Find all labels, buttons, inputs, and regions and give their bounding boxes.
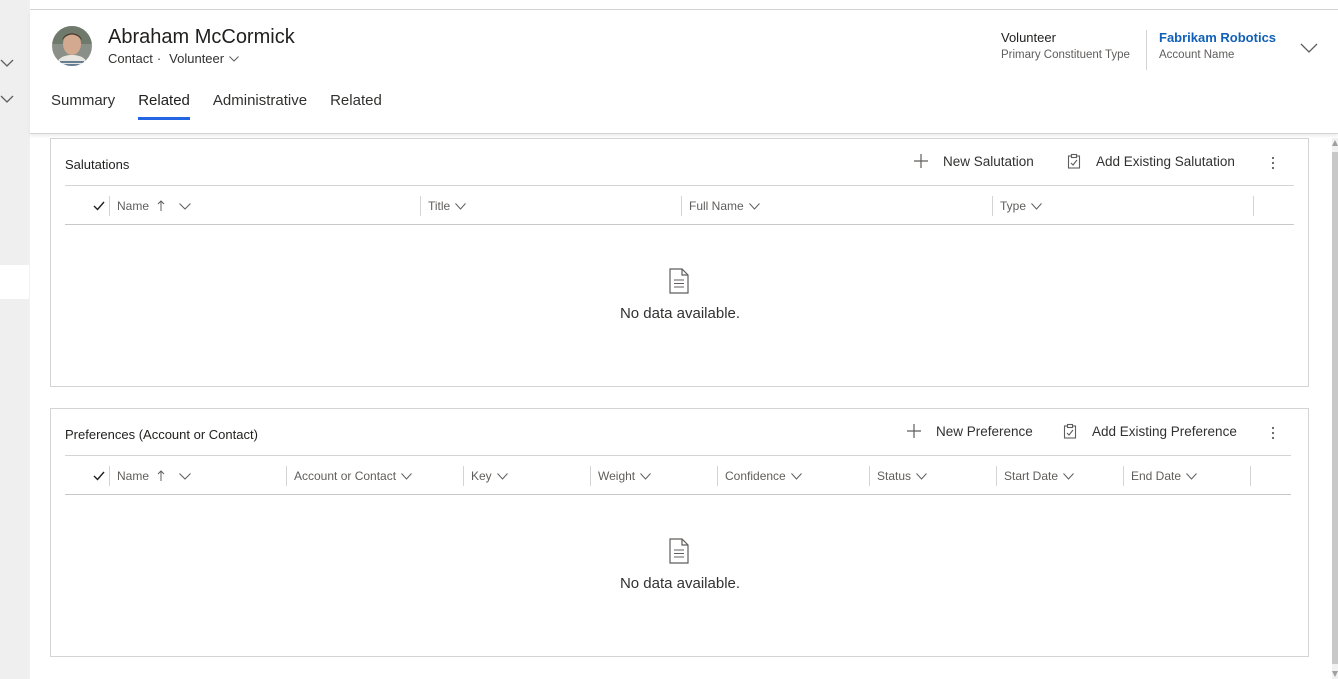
avatar xyxy=(52,26,92,66)
chevron-down-icon xyxy=(790,472,802,480)
checkmark-icon[interactable] xyxy=(93,200,105,212)
salutations-section: Salutations New Salutation Add Existing … xyxy=(50,138,1309,387)
chevron-down-icon[interactable] xyxy=(0,56,16,70)
button-label: Add Existing Preference xyxy=(1092,423,1237,439)
button-label: New Preference xyxy=(936,423,1033,439)
sort-ascending-icon xyxy=(157,470,165,481)
add-existing-salutation-button[interactable]: Add Existing Salutation xyxy=(1066,153,1235,169)
chevron-down-icon xyxy=(401,472,412,480)
column-header-type[interactable]: Type xyxy=(992,186,1042,226)
column-label: Key xyxy=(471,469,492,483)
header-field-value: Volunteer xyxy=(1001,30,1056,45)
section-title: Salutations xyxy=(65,157,130,172)
chevron-down-icon xyxy=(179,472,191,480)
scrollbar-thumb[interactable] xyxy=(1332,152,1338,664)
column-label: Weight xyxy=(598,469,636,483)
tab-related-menu[interactable]: Related xyxy=(330,92,382,120)
column-header-status[interactable]: Status xyxy=(869,456,927,496)
column-header-account-or-contact[interactable]: Account or Contact xyxy=(286,456,412,496)
left-navigation xyxy=(0,0,29,679)
grid-header: Name Account or Contact Key Weight Confi… xyxy=(65,455,1291,495)
tab-summary[interactable]: Summary xyxy=(51,92,115,120)
separator: · xyxy=(156,51,162,66)
header-field-account-name: Fabrikam Robotics Account Name xyxy=(1159,30,1276,61)
more-icon[interactable] xyxy=(1271,156,1275,170)
add-existing-preference-button[interactable]: Add Existing Preference xyxy=(1062,423,1237,439)
add-icon xyxy=(914,154,928,168)
header-field-label: Account Name xyxy=(1159,49,1235,61)
column-header-confidence[interactable]: Confidence xyxy=(717,456,802,496)
chevron-down-icon xyxy=(1063,472,1074,480)
column-header-name[interactable]: Name xyxy=(109,456,191,496)
column-label: Account or Contact xyxy=(294,469,397,483)
vertical-scrollbar[interactable] xyxy=(1332,138,1338,679)
divider xyxy=(1146,30,1147,70)
sort-ascending-icon xyxy=(157,200,165,211)
more-icon[interactable] xyxy=(1271,426,1275,440)
chevron-down-icon xyxy=(455,202,467,210)
chevron-down-icon xyxy=(179,202,191,210)
chevron-down-icon[interactable] xyxy=(1300,42,1318,54)
grid-header: Name Title Full Name Type xyxy=(65,185,1294,225)
column-header-full-name[interactable]: Full Name xyxy=(681,186,760,226)
chevron-down-icon[interactable] xyxy=(0,92,16,106)
clipboard-icon xyxy=(1067,153,1081,169)
column-label: Full Name xyxy=(689,199,744,213)
column-header-name[interactable]: Name xyxy=(109,186,191,226)
checkmark-icon[interactable] xyxy=(93,470,105,482)
chevron-down-icon xyxy=(640,472,652,480)
entity-name: Contact xyxy=(108,51,153,66)
chevron-down-icon[interactable] xyxy=(229,55,239,62)
column-label: Status xyxy=(877,469,912,483)
column-label: Title xyxy=(428,199,451,213)
form-selector-label[interactable]: Volunteer xyxy=(169,51,224,66)
chevron-down-icon xyxy=(916,472,927,480)
main-content: Abraham McCormick Contact · Volunteer Vo… xyxy=(30,0,1338,679)
chevron-down-icon xyxy=(1031,202,1042,210)
column-label: Start Date xyxy=(1004,469,1059,483)
document-icon xyxy=(669,538,689,564)
column-header-title[interactable]: Title xyxy=(420,186,467,226)
button-label: New Salutation xyxy=(943,153,1034,169)
column-label: Type xyxy=(1000,199,1027,213)
record-title: Abraham McCormick xyxy=(108,26,295,48)
column-header-weight[interactable]: Weight xyxy=(590,456,652,496)
account-name-link[interactable]: Fabrikam Robotics xyxy=(1159,30,1276,45)
record-subtitle: Contact · Volunteer xyxy=(108,51,239,66)
preferences-section: Preferences (Account or Contact) New Pre… xyxy=(50,408,1309,657)
new-preference-button[interactable]: New Preference xyxy=(906,423,1033,439)
column-header-key[interactable]: Key xyxy=(463,456,508,496)
chevron-down-icon xyxy=(496,472,508,480)
clipboard-icon xyxy=(1063,423,1077,439)
column-label: End Date xyxy=(1131,469,1182,483)
tab-administrative[interactable]: Administrative xyxy=(213,92,307,120)
column-header-start-date[interactable]: Start Date xyxy=(996,456,1074,496)
nav-selected-item[interactable] xyxy=(0,265,29,299)
header-field-constituent-type: Volunteer Primary Constituent Type xyxy=(1001,30,1130,61)
empty-state-message: No data available. xyxy=(619,305,741,322)
new-salutation-button[interactable]: New Salutation xyxy=(913,153,1034,169)
column-label: Confidence xyxy=(725,469,786,483)
column-label: Name xyxy=(117,199,150,213)
tab-related[interactable]: Related xyxy=(138,92,190,120)
contact-photo xyxy=(52,26,92,66)
column-header-end-date[interactable]: End Date xyxy=(1123,456,1197,496)
scroll-down-icon[interactable] xyxy=(1332,671,1338,677)
record-header: Abraham McCormick Contact · Volunteer Vo… xyxy=(30,10,1338,134)
empty-state-message: No data available. xyxy=(619,575,741,592)
section-title: Preferences (Account or Contact) xyxy=(65,427,258,442)
add-icon xyxy=(907,424,921,438)
chevron-down-icon xyxy=(1186,472,1197,480)
header-field-label: Primary Constituent Type xyxy=(1001,49,1130,61)
column-label: Name xyxy=(117,469,150,483)
chevron-down-icon xyxy=(748,202,760,210)
scroll-up-icon[interactable] xyxy=(1332,140,1338,146)
document-icon xyxy=(669,268,689,294)
button-label: Add Existing Salutation xyxy=(1096,153,1235,169)
tab-list: Summary Related Administrative Related xyxy=(51,92,405,120)
